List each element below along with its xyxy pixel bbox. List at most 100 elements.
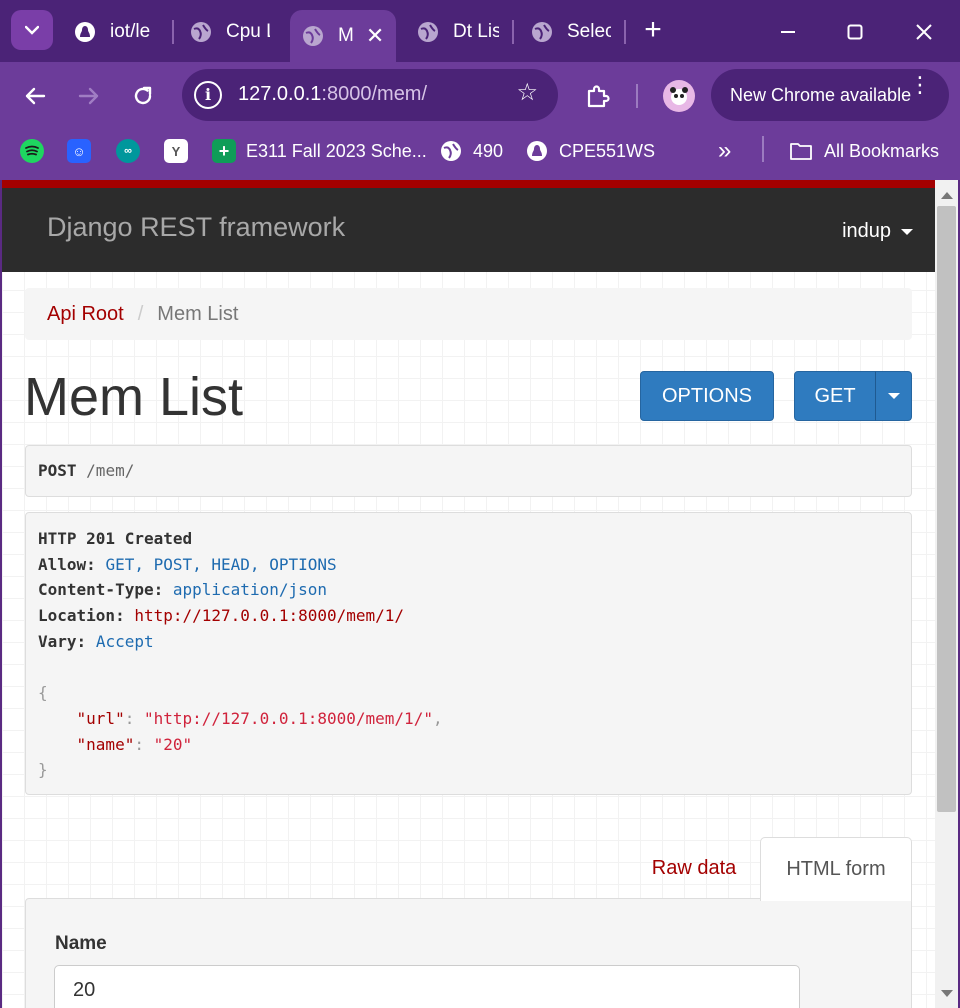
url-host: 127.0.0.1 [238,83,322,105]
bookmark-app-icon: ☺ [67,139,91,163]
tab-cpu[interactable]: Cpu L [190,10,270,54]
header-value: application/json [172,580,327,600]
page-viewport: Django REST framework indup Api Root / M… [2,180,935,1008]
bookmark-star-icon[interactable]: ☆ [516,81,538,105]
html-form-panel: Name [25,898,912,1008]
response-status: HTTP 201 Created [38,529,193,548]
site-info-icon[interactable]: i [194,81,222,109]
url-text[interactable]: 127.0.0.1:8000/mem/ [238,83,427,106]
close-tab-icon[interactable]: ✕ [366,23,384,49]
bookmark-arduino[interactable]: ∞ [116,137,150,165]
tab-html-form[interactable]: HTML form [760,837,912,901]
brand-link[interactable]: Django REST framework [47,212,345,243]
location-link[interactable]: http://127.0.0.1:8000/mem/1/ [134,606,404,625]
header-name: Content-Type: [38,580,164,600]
bookmark-e311-schedule[interactable]: + E311 Fall 2023 Sche... [212,137,427,165]
tab-title: iot/le [110,21,151,42]
header-value: GET, POST, HEAD, OPTIONS [105,554,337,574]
url-path: :8000/mem/ [321,83,428,105]
tab-search-button[interactable] [11,10,53,50]
back-button[interactable] [15,76,55,116]
top-accent-bar [2,180,935,188]
name-input[interactable] [54,965,800,1008]
request-info: POST /mem/ [25,445,912,497]
breadcrumb-separator: / [137,302,144,325]
json-close-brace: } [38,760,48,780]
maximize-button[interactable] [835,12,875,52]
get-format-dropdown[interactable] [875,371,912,421]
tab-mem-active[interactable]: M ✕ [290,10,396,62]
bookmark-y[interactable]: Y [164,137,198,165]
profile-avatar[interactable] [663,80,695,112]
minimize-icon [781,31,795,33]
new-chrome-available-button[interactable]: New Chrome available ⋮ [711,69,949,121]
json-comma: , [432,708,443,728]
json-key: "url" [76,708,125,728]
tab-title: Cpu L [226,21,270,42]
breadcrumb-api-root[interactable]: Api Root [47,303,124,326]
json-url-link[interactable]: "http://127.0.0.1:8000/mem/1/" [144,709,433,728]
response-info: HTTP 201 Created Allow: GET, POST, HEAD,… [25,512,912,795]
bookmark-spotify[interactable] [20,137,54,165]
bookmarks-bar: ☺ ∞ Y + E311 Fall 2023 Sche... 490 CPE55… [0,128,960,180]
bookmark-label: 490 [473,140,504,161]
bookmarks-overflow-button[interactable]: » [718,137,731,165]
minimize-button[interactable] [768,12,808,52]
scroll-up-button[interactable] [935,186,958,206]
tab-raw-data[interactable]: Raw data [626,837,762,899]
name-label: Name [55,933,107,954]
all-bookmarks-button[interactable]: All Bookmarks [788,137,939,165]
json-open-brace: { [38,683,48,703]
puzzle-icon [587,85,610,108]
options-button[interactable]: OPTIONS [640,371,774,421]
get-button[interactable]: GET [794,371,876,421]
tab-title: M [338,25,354,46]
breadcrumb: Api Root / Mem List [25,288,912,340]
tab-separator [624,20,626,44]
chevron-down-icon [25,25,39,35]
maximize-icon [847,24,863,40]
bookmark-label: All Bookmarks [824,140,940,161]
extensions-button[interactable] [578,76,618,116]
bookmark-label: E311 Fall 2023 Sche... [246,140,427,161]
forward-button[interactable] [69,76,109,116]
breadcrumb-current: Mem List [157,302,239,325]
json-key: "name" [76,734,135,754]
bookmark-cpe551ws[interactable]: CPE551WS [525,137,655,165]
username: indup [842,220,891,242]
tab-iot[interactable]: iot/le [74,10,168,54]
reload-button[interactable] [123,76,163,116]
address-bar[interactable]: i 127.0.0.1:8000/mem/ ☆ [182,69,558,121]
new-tab-button[interactable]: + [640,15,666,46]
bookmark-app[interactable]: ☺ [67,137,101,165]
header-name: Vary: [38,631,87,651]
tab-dt-list[interactable]: Dt Lis [417,10,499,54]
github-icon [74,21,96,43]
folder-icon [788,139,814,163]
scrollbar-thumb[interactable] [937,206,956,812]
json-colon: : [134,734,154,754]
panda-avatar-icon [670,87,688,105]
header-value: Accept [95,631,154,651]
globe-icon [302,25,324,47]
bookmark-490[interactable]: 490 [439,137,503,165]
bookmarks-divider [762,136,764,162]
user-menu[interactable]: indup [842,220,913,243]
back-arrow-icon [25,87,46,105]
spotify-icon [20,139,44,163]
tab-title: Dt Lis [453,21,499,42]
reload-icon [134,86,152,105]
header-name: Location: [38,606,125,626]
scroll-up-arrow-icon [940,192,953,199]
close-window-button[interactable] [904,12,944,52]
arduino-icon: ∞ [116,139,140,163]
globe-icon [439,139,463,163]
scroll-down-button[interactable] [935,984,958,1004]
close-icon [916,24,932,40]
tab-select[interactable]: Selec [531,10,611,54]
menu-dots-icon[interactable]: ⋮ [909,74,931,96]
tab-title: Selec [567,21,611,42]
page-scrollbar[interactable] [935,180,958,1008]
forward-arrow-icon [78,87,99,105]
globe-icon [190,21,212,43]
